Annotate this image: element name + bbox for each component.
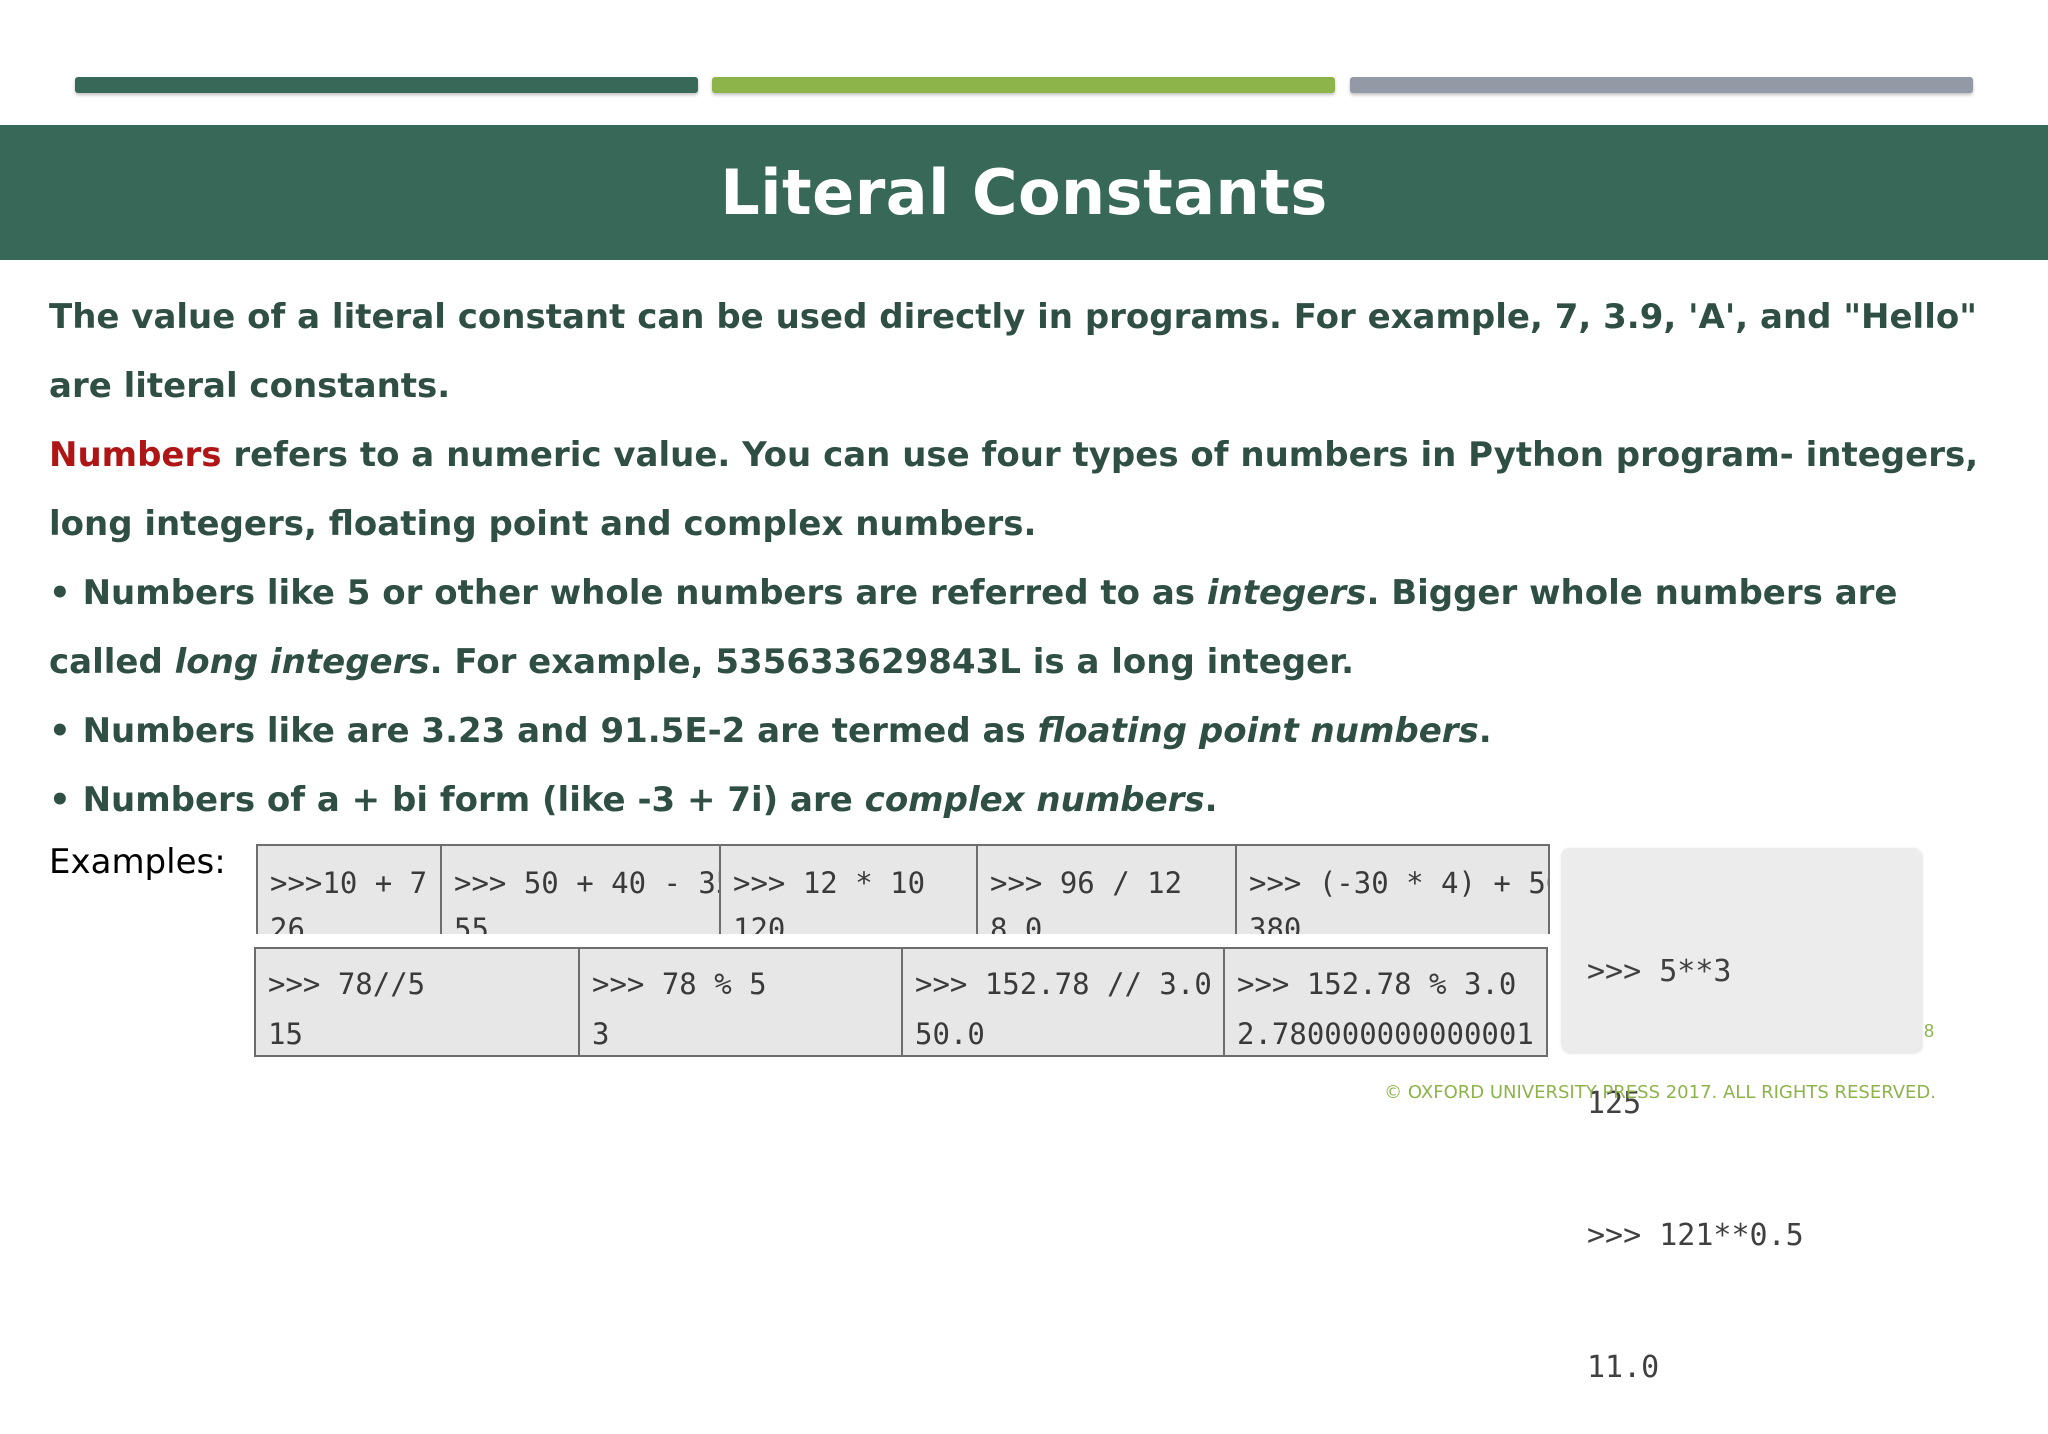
- code-examples-row-1: >>>10 + 7 26 >>> 50 + 40 - 35 55 >>> 12 * …: [256, 844, 1550, 934]
- bullet-complex-text-b: .: [1204, 780, 1218, 820]
- code-cell: >>> 50 + 40 - 35 55: [442, 846, 721, 934]
- bullet-integers-text-c: . For example, 535633629843L is a long i…: [429, 642, 1355, 682]
- code-cell: >>> 96 / 12 8.0: [978, 846, 1237, 934]
- term-floating-point: floating point numbers: [1037, 711, 1479, 751]
- bullet-integers: • Numbers like 5 or other whole numbers …: [49, 559, 2009, 697]
- code-cell: >>> 78 % 53: [580, 949, 903, 1055]
- top-accent-bar-dark: [75, 77, 698, 93]
- top-accent-bar-gray: [1350, 77, 1973, 93]
- shell-line: >>> 5**3: [1587, 954, 1732, 989]
- bullet-floats-text-a: • Numbers like are 3.23 and 91.5E-2 are …: [49, 711, 1038, 751]
- bullet-complex-text-a: • Numbers of a + bi form (like -3 + 7i) …: [49, 780, 865, 820]
- paragraph-numbers: Numbers refers to a numeric value. You c…: [49, 421, 2009, 559]
- code-cell: >>> 152.78 // 3.0 50.0: [903, 949, 1225, 1055]
- bullet-complex: • Numbers of a + bi form (like -3 + 7i) …: [49, 766, 2009, 835]
- bullet-floats: • Numbers like are 3.23 and 91.5E-2 are …: [49, 697, 2009, 766]
- code-cell: >>> 152.78 % 3.0 2.780000000000001: [1237, 967, 1534, 1051]
- bullet-floats-text-b: .: [1478, 711, 1492, 751]
- code-cell: >>> 78//5 15: [256, 949, 580, 1055]
- page-number: 8: [1924, 1021, 1935, 1041]
- slide-title: Literal Constants: [720, 156, 1328, 229]
- code-cell: >>>10 + 7 26: [258, 846, 442, 934]
- code-cell: >>> 12 * 10 120: [721, 846, 978, 934]
- copyright-footer: © OXFORD UNIVERSITY PRESS 2017. ALL RIGH…: [1384, 1082, 1936, 1103]
- term-complex: complex numbers: [864, 780, 1205, 820]
- title-band: Literal Constants: [0, 125, 2048, 260]
- top-accent-bar-green: [712, 77, 1335, 93]
- shell-line: >>> 121**0.5: [1587, 1218, 1804, 1253]
- shell-line: 11.0: [1587, 1350, 1660, 1385]
- paragraph-literal-definition: The value of a literal constant can be u…: [49, 297, 1977, 406]
- bullet-integers-text-a: • Numbers like 5 or other whole numbers …: [49, 573, 1207, 613]
- python-shell-example: >>> 5**3 125 >>> 121**0.5 11.0: [1561, 848, 1921, 1385]
- code-examples-row-2: >>> 78//5 15 >>> 78 % 53 >>> 152.78 // 3.…: [254, 947, 1548, 1057]
- code-cell: >>> (-30 * 4) + 500 380: [1249, 866, 1548, 934]
- examples-label: Examples:: [49, 842, 226, 882]
- slide-body: The value of a literal constant can be u…: [49, 283, 2009, 835]
- numbers-highlight: Numbers: [49, 435, 222, 475]
- numbers-text: refers to a numeric value. You can use f…: [49, 435, 1979, 544]
- term-integers: integers: [1206, 573, 1367, 613]
- term-long-integers: long integers: [174, 642, 430, 682]
